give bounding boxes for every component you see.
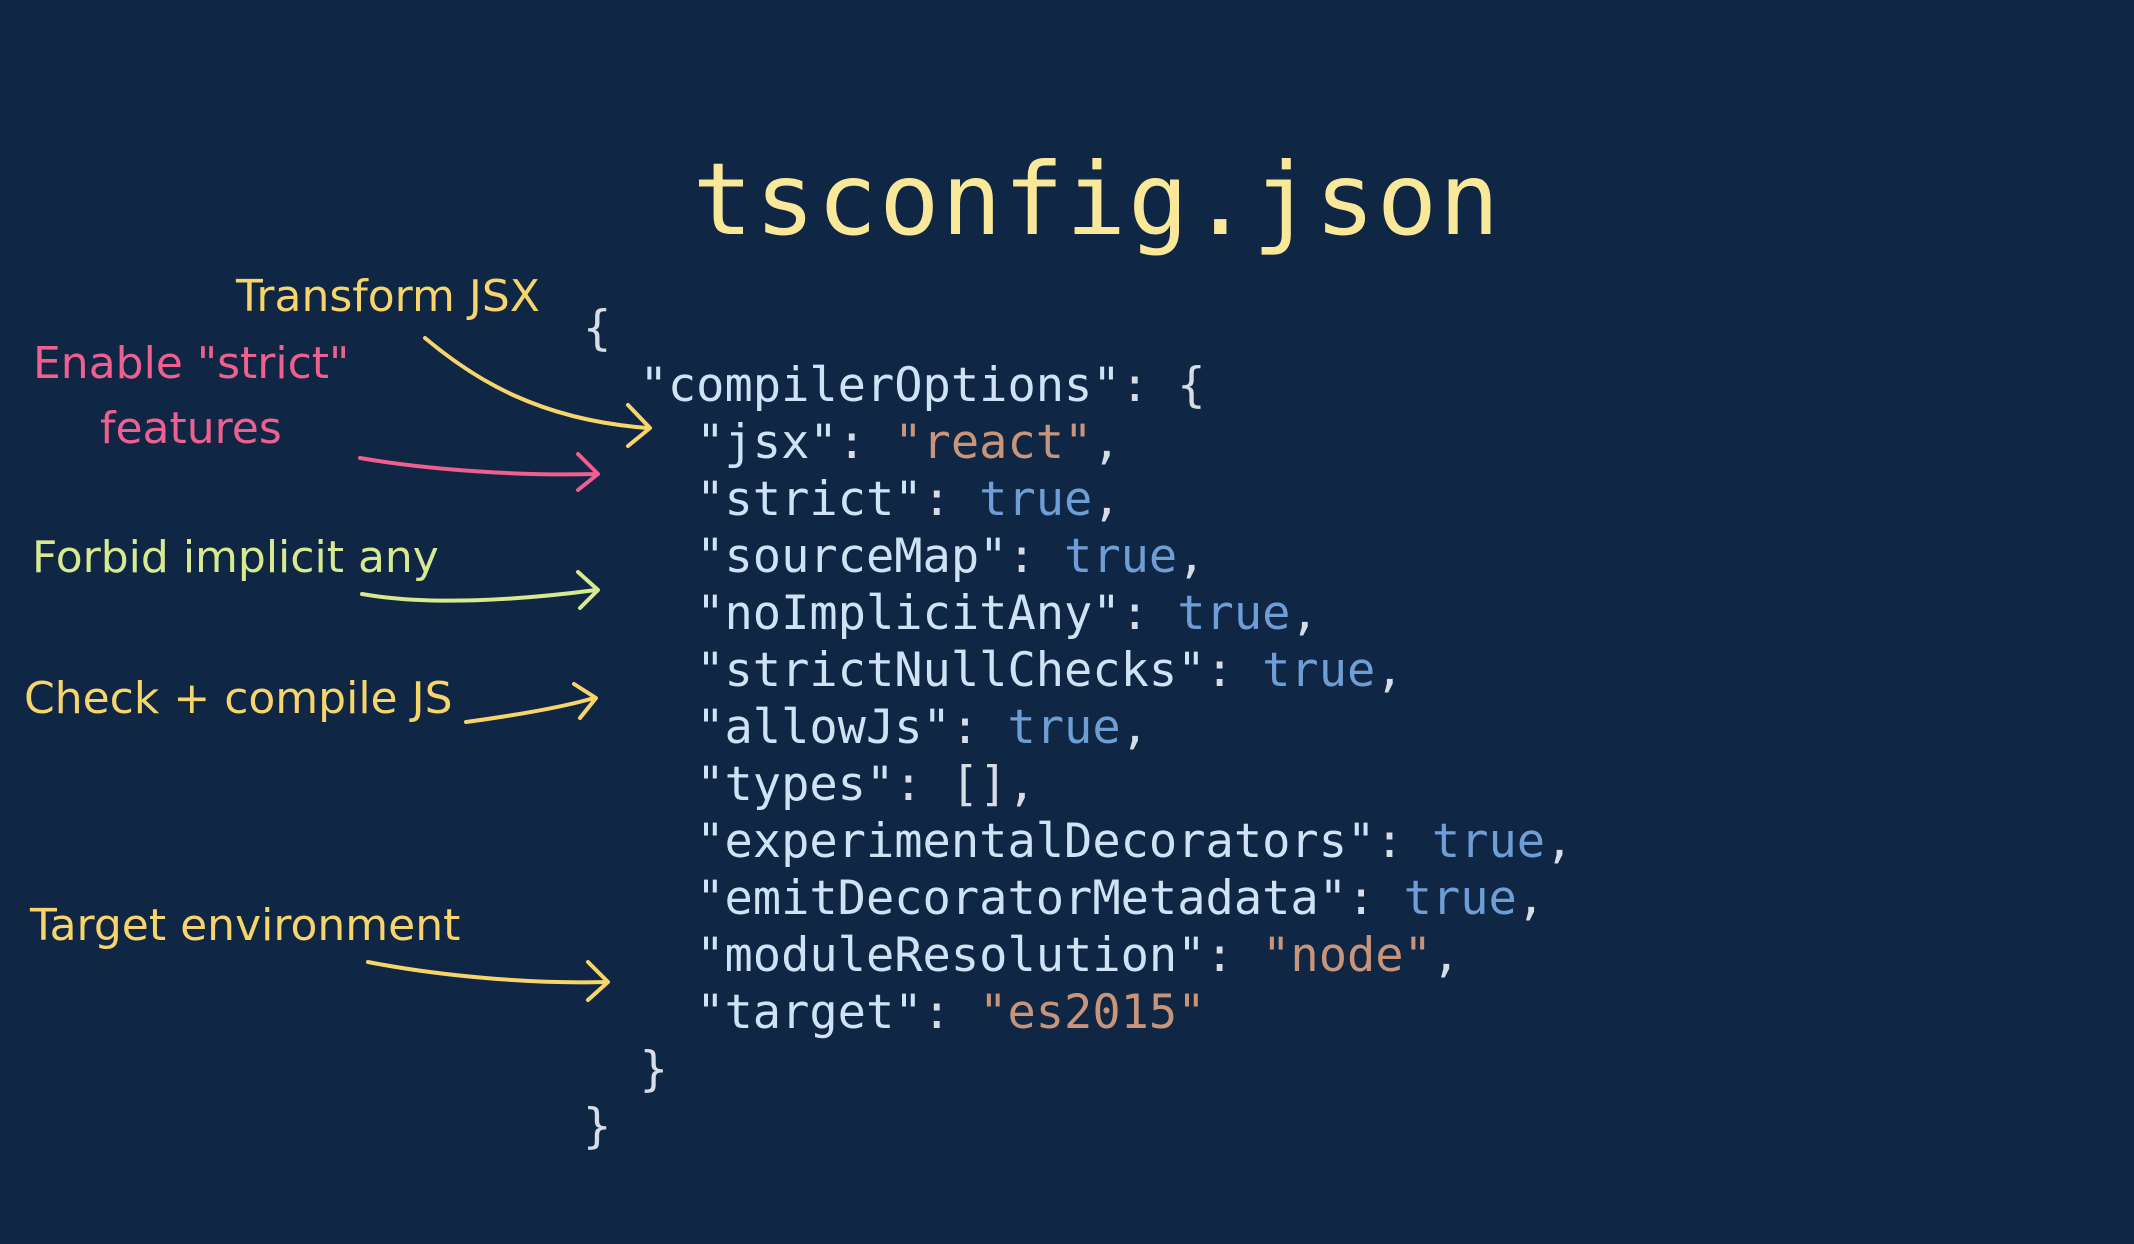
code-token-key: "jsx": [696, 415, 838, 470]
code-token-punct: ,: [1290, 586, 1319, 641]
code-line: {: [583, 300, 1573, 357]
code-token-punct: :: [950, 700, 1008, 755]
code-token-key: "noImplicitAny": [696, 586, 1121, 641]
arrow-enable-strict: [358, 452, 600, 492]
code-line: "strictNullChecks": true,: [583, 642, 1573, 699]
code-token-punct: ,: [1092, 472, 1121, 527]
code-token-punct: ,: [1516, 871, 1546, 926]
code-token-punct: [583, 871, 696, 926]
code-token-punct: :: [1120, 586, 1178, 641]
code-token-punct: }: [583, 1099, 612, 1154]
code-token-key: "experimentalDecorators": [696, 814, 1376, 869]
code-token-punct: :: [1007, 529, 1065, 584]
code-line: "target": "es2015": [583, 984, 1573, 1041]
code-token-punct: : [],: [894, 757, 1036, 812]
code-token-punct: :: [922, 985, 980, 1040]
code-token-bool: true: [1177, 586, 1291, 641]
code-token-punct: [583, 757, 696, 812]
annotation-check-compile-js: Check + compile JS: [24, 673, 453, 724]
code-token-punct: :: [837, 415, 895, 470]
code-token-punct: [583, 928, 696, 983]
code-token-punct: :: [1205, 643, 1263, 698]
annotation-forbid-implicit-any: Forbid implicit any: [32, 532, 439, 583]
code-token-bool: true: [1262, 643, 1376, 698]
code-token-bool: true: [1064, 529, 1178, 584]
code-token-bool: true: [1431, 814, 1546, 869]
code-line: "moduleResolution": "node",: [583, 927, 1573, 984]
code-line: "experimentalDecorators": true,: [583, 813, 1573, 870]
code-token-punct: [583, 814, 696, 869]
code-token-punct: :: [1347, 871, 1404, 926]
code-token-bool: true: [979, 472, 1093, 527]
code-line: }: [583, 1041, 1573, 1098]
code-token-punct: [583, 415, 696, 470]
code-line: }: [583, 1098, 1573, 1155]
code-line: "allowJs": true,: [583, 699, 1573, 756]
code-token-punct: ,: [1545, 814, 1574, 869]
code-token-key: "compilerOptions": [639, 358, 1121, 413]
slide-title: tsconfig.json: [692, 141, 1502, 258]
code-token-punct: ,: [1092, 415, 1121, 470]
code-line: "strict": true,: [583, 471, 1573, 528]
code-token-punct: ,: [1431, 928, 1461, 983]
code-token-key: "emitDecoratorMetadata": [696, 871, 1348, 926]
code-token-punct: : {: [1120, 358, 1206, 413]
code-token-punct: :: [1205, 928, 1263, 983]
annotation-enable-strict-line1: Enable "strict": [33, 338, 350, 389]
annotation-target-environment: Target environment: [30, 900, 461, 951]
code-token-string: "node": [1262, 928, 1432, 983]
code-token-string: "es2015": [979, 985, 1206, 1040]
code-token-key: "moduleResolution": [696, 928, 1206, 983]
code-block: { "compilerOptions": { "jsx": "react", "…: [583, 300, 1573, 1155]
code-line: "emitDecoratorMetadata": true,: [583, 870, 1573, 927]
code-line: "noImplicitAny": true,: [583, 585, 1573, 642]
annotation-enable-strict-line2: features: [100, 403, 282, 454]
code-token-punct: {: [583, 301, 612, 356]
code-token-punct: [583, 985, 696, 1040]
code-token-string: "react": [894, 415, 1093, 470]
code-token-key: "target": [696, 985, 923, 1040]
code-token-key: "allowJs": [696, 700, 951, 755]
code-token-punct: ,: [1375, 643, 1404, 698]
code-line: "compilerOptions": {: [583, 357, 1573, 414]
code-token-punct: :: [922, 472, 980, 527]
slide: tsconfig.json { "compilerOptions": { "js…: [0, 0, 2134, 1244]
code-token-punct: ,: [1120, 700, 1149, 755]
code-token-bool: true: [1007, 700, 1121, 755]
code-token-key: "strictNullChecks": [696, 643, 1206, 698]
arrow-target-environment: [366, 960, 610, 1002]
code-line: "jsx": "react",: [583, 414, 1573, 471]
code-line: "types": [],: [583, 756, 1573, 813]
code-token-punct: [583, 643, 696, 698]
code-token-key: "types": [696, 757, 895, 812]
code-token-punct: [583, 700, 696, 755]
code-token-key: "strict": [696, 472, 923, 527]
code-line: "sourceMap": true,: [583, 528, 1573, 585]
code-token-punct: :: [1375, 814, 1432, 869]
code-token-punct: [583, 472, 696, 527]
annotation-transform-jsx: Transform JSX: [236, 271, 540, 322]
arrow-check-compile-js: [464, 682, 598, 724]
code-token-punct: [583, 358, 640, 413]
code-token-punct: [583, 586, 696, 641]
code-token-bool: true: [1403, 871, 1517, 926]
code-token-punct: ,: [1177, 529, 1206, 584]
code-token-punct: [583, 529, 696, 584]
code-token-punct: }: [583, 1042, 668, 1097]
code-token-key: "sourceMap": [696, 529, 1008, 584]
